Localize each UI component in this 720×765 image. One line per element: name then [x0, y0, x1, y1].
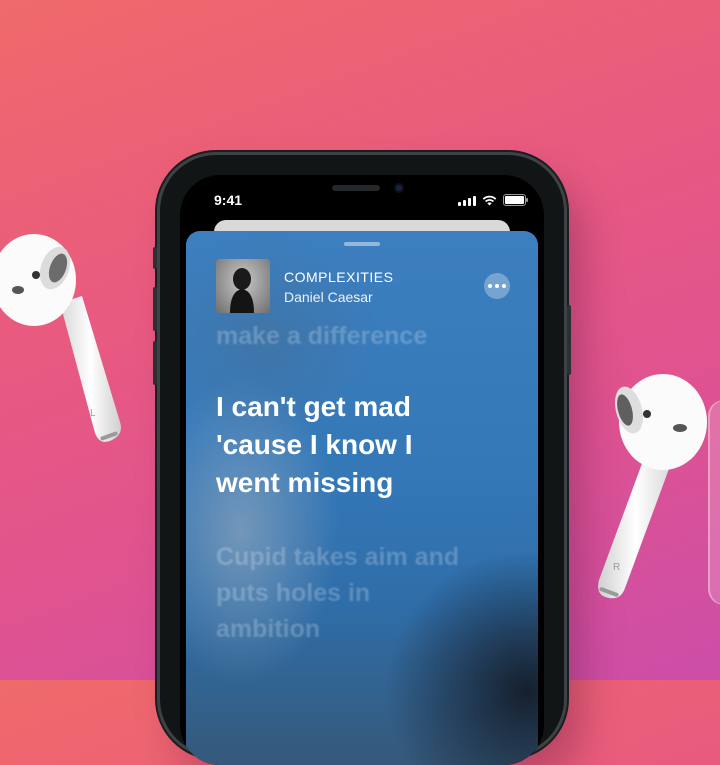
album-artwork[interactable]	[216, 259, 270, 313]
status-icons	[458, 194, 528, 206]
ellipsis-circle-icon	[488, 284, 492, 288]
left-airpod-image: L	[0, 234, 121, 442]
status-time: 9:41	[214, 192, 243, 208]
battery-icon	[503, 194, 528, 206]
front-camera	[394, 183, 404, 193]
speaker-grille	[332, 185, 380, 191]
wifi-icon	[482, 195, 497, 206]
iphone-frame: 9:41 COMPLEXITIES Daniel Caesar make a d…	[153, 155, 571, 765]
left-airpod-label: L	[90, 408, 96, 419]
lyrics-sheet: COMPLEXITIES Daniel Caesar make a differ…	[186, 231, 538, 765]
lyric-line-previous[interactable]: make a difference	[216, 318, 518, 354]
right-airpod-image: R	[598, 374, 707, 599]
artwork-silhouette	[230, 268, 254, 313]
phone-screen: 9:41 COMPLEXITIES Daniel Caesar make a d…	[180, 175, 544, 765]
artist-name: Daniel Caesar	[284, 289, 373, 305]
more-options-button[interactable]	[484, 273, 510, 299]
lyric-line-current[interactable]: I can't get mad 'cause I know I went mis…	[216, 388, 456, 502]
cellular-signal-icon	[458, 196, 476, 206]
notch	[267, 175, 457, 207]
sheet-grabber[interactable]	[344, 242, 380, 246]
right-airpod-label: R	[613, 562, 620, 573]
edge-device	[708, 400, 720, 605]
lyric-line-next[interactable]: Cupid takes aim and puts holes in ambiti…	[216, 539, 466, 647]
song-title: COMPLEXITIES	[284, 269, 394, 285]
